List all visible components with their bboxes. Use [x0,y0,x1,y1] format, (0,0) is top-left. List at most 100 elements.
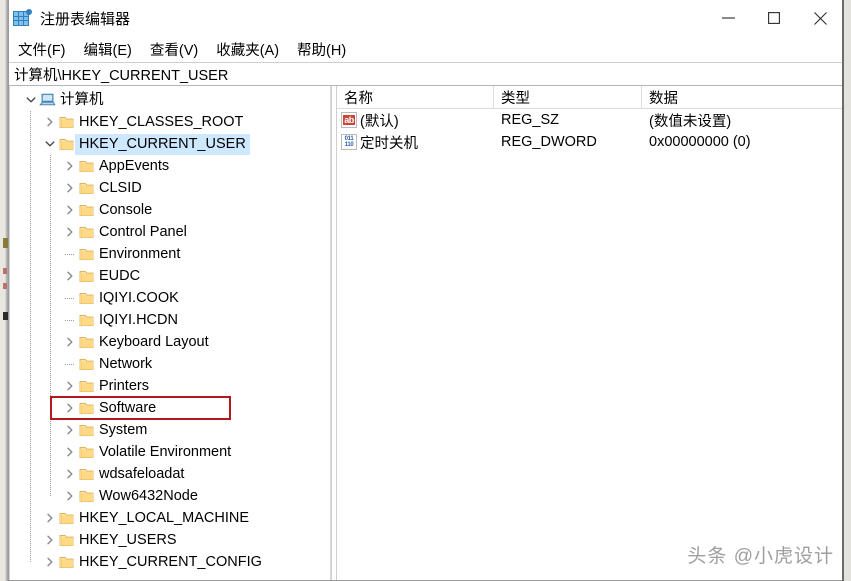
tree-node-hkey-current-config[interactable]: HKEY_CURRENT_CONFIG [9,551,330,573]
tree-node-environment[interactable]: Environment [9,243,330,265]
tree-node-system[interactable]: System [9,419,330,441]
chevron-right-icon[interactable] [62,463,78,485]
titlebar: 注册表编辑器 [9,0,843,37]
values-cell-data: 0x00000000 (0) [649,134,751,150]
tree-node-wdsafeloadat[interactable]: wdsafeloadat [9,463,330,485]
values-row[interactable]: ab (默认) REG_SZ (数值未设置) [337,109,843,131]
registry-grid-icon [12,8,32,28]
address-path: 计算机\HKEY_CURRENT_USER [14,67,229,84]
values-cell-name: 011 110 定时关机 [337,132,494,153]
maximize-button[interactable] [751,0,797,36]
chevron-right-icon[interactable] [62,155,78,177]
values-name-text: (默认) [360,113,399,130]
values-cell-name: ab (默认) [337,110,494,131]
folder-icon [58,529,75,551]
tree-node-network[interactable]: Network [9,353,330,375]
tree-node-software[interactable]: Software [9,397,330,419]
tree-node-label: Keyboard Layout [99,333,209,350]
folder-icon [78,397,95,419]
tree-node-label: AppEvents [99,157,170,174]
tree-node-label: Environment [99,245,181,262]
tree-node-label: Software [99,399,157,416]
tree-node-label: HKEY_CLASSES_ROOT [79,113,244,130]
folder-icon [78,287,95,309]
chevron-right-icon[interactable] [62,177,78,199]
values-name-text: 定时关机 [360,135,418,152]
chevron-right-icon[interactable] [42,551,58,573]
column-header-type[interactable]: 类型 [494,86,642,108]
tree-node-hkey-local-machine[interactable]: HKEY_LOCAL_MACHINE [9,507,330,529]
tree-node-label: Console [99,201,153,218]
tree-node-clsid[interactable]: CLSID [9,177,330,199]
tree-node-volatile-environment[interactable]: Volatile Environment [9,441,330,463]
column-header-name[interactable]: 名称 [337,86,494,108]
chevron-down-icon[interactable] [42,133,58,155]
tree-connector-icon [62,309,78,331]
minimize-button[interactable] [705,0,751,36]
tree-node-printers[interactable]: Printers [9,375,330,397]
tree-node-label: System [99,421,148,438]
values-list-header: 名称 类型 数据 [337,86,843,109]
screenshot-root: 注册表编辑器 文件(F) 编辑(E) 查看(V) 收藏夹(A) 帮助(H) 计算… [0,0,851,581]
tree-node-appevents[interactable]: AppEvents [9,155,330,177]
tree-connector-icon [62,243,78,265]
tree-node-control-panel[interactable]: Control Panel [9,221,330,243]
tree-node-console[interactable]: Console [9,199,330,221]
tree-node-label: HKEY_LOCAL_MACHINE [79,509,250,526]
folder-icon [78,221,95,243]
registry-tree-pane[interactable]: 计算机 HKEY_CLASSES_ROOT HKEY_CURRENT_USER App… [9,86,331,580]
chevron-right-icon[interactable] [42,111,58,133]
chevron-right-icon[interactable] [62,265,78,287]
tree-node-hkey-classes-root[interactable]: HKEY_CLASSES_ROOT [9,111,330,133]
chevron-right-icon[interactable] [62,419,78,441]
artifact-speck [3,283,7,289]
tree-node-hkey-users[interactable]: HKEY_USERS [9,529,330,551]
folder-icon [78,375,95,397]
menu-edit[interactable]: 编辑(E) [84,39,141,60]
string-value-icon: ab [341,112,357,128]
window-title: 注册表编辑器 [40,10,131,28]
menu-favorites[interactable]: 收藏夹(A) [216,39,288,60]
close-button[interactable] [797,0,843,36]
folder-icon [78,419,95,441]
tree-node-iqiyi-hcdn[interactable]: IQIYI.HCDN [9,309,330,331]
tree-node-iqiyi-cook[interactable]: IQIYI.COOK [9,287,330,309]
address-bar[interactable]: 计算机\HKEY_CURRENT_USER [9,62,843,86]
tree-node-label: Volatile Environment [99,443,232,460]
tree-node-label: wdsafeloadat [99,465,185,482]
tree-node-keyboard-layout[interactable]: Keyboard Layout [9,331,330,353]
tree-node-label: HKEY_CURRENT_CONFIG [79,553,262,570]
chevron-right-icon[interactable] [42,529,58,551]
column-header-data[interactable]: 数据 [642,86,843,108]
chevron-right-icon[interactable] [62,375,78,397]
tree-node-hkey-current-user[interactable]: HKEY_CURRENT_USER [9,133,330,155]
values-row[interactable]: 011 110 定时关机 REG_DWORD 0x00000000 (0) [337,131,843,153]
right-window-edge [842,0,844,581]
chevron-right-icon[interactable] [62,221,78,243]
values-list-pane[interactable]: 名称 类型 数据 ab (默认) REG_SZ (数值未设置) 011 110 定时关机 RE… [337,86,843,580]
tree-node-label: CLSID [99,179,142,196]
chevron-right-icon[interactable] [42,507,58,529]
tree-node-eudc[interactable]: EUDC [9,265,330,287]
tree-node-label: HKEY_USERS [79,531,177,548]
tree-node-wow6432node[interactable]: Wow6432Node [9,485,330,507]
menu-file[interactable]: 文件(F) [18,39,75,60]
tree-connector-icon [62,353,78,375]
chevron-right-icon[interactable] [62,199,78,221]
menu-help[interactable]: 帮助(H) [297,39,355,60]
chevron-down-icon[interactable] [23,89,39,111]
chevron-right-icon[interactable] [62,331,78,353]
menu-view[interactable]: 查看(V) [150,39,207,60]
folder-icon [78,155,95,177]
chevron-right-icon[interactable] [62,485,78,507]
tree-node-label: Control Panel [99,223,187,240]
folder-icon [58,551,75,573]
tree-node-[interactable]: 计算机 [9,89,330,111]
folder-icon [58,507,75,529]
chevron-right-icon[interactable] [62,397,78,419]
chevron-right-icon[interactable] [62,441,78,463]
values-cell-type: REG_SZ [501,112,560,128]
tree-connector-icon [62,287,78,309]
values-list-body: ab (默认) REG_SZ (数值未设置) 011 110 定时关机 REG_DWORD 0x… [337,109,843,153]
computer-icon [39,89,56,111]
